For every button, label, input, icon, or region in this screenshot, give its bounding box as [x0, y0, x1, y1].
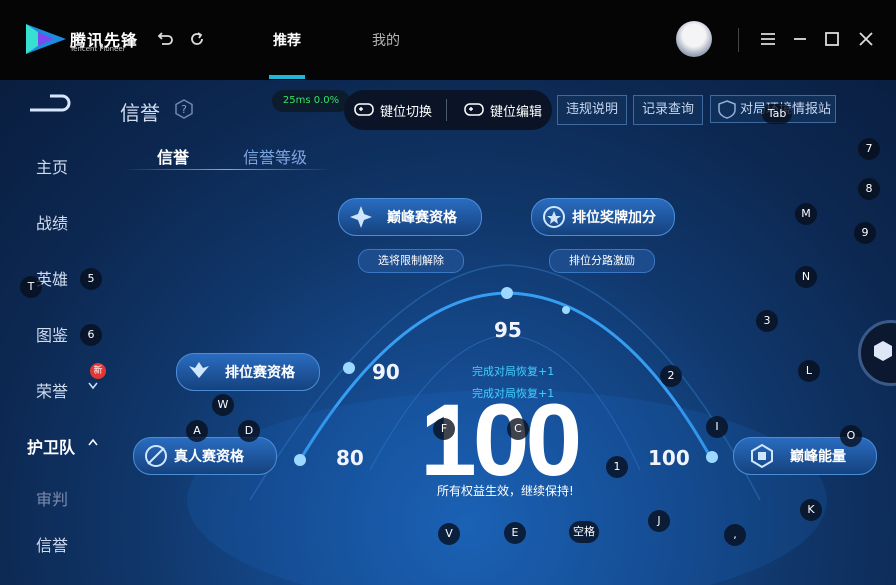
button-label: 排位赛资格	[225, 365, 295, 381]
app-subname: Tencent Pioneer	[70, 45, 126, 53]
energy-icon	[751, 443, 773, 469]
key-badge: A	[186, 420, 208, 442]
rank-medal-button[interactable]: 排位奖牌加分	[531, 198, 675, 236]
sidebar-item-home[interactable]: 主页	[36, 154, 68, 178]
recovery-note: 完成对局恢复+1	[472, 365, 555, 378]
key-badge: 5	[80, 268, 102, 290]
close-icon[interactable]	[856, 29, 876, 49]
violation-button[interactable]: 违规说明	[557, 95, 627, 125]
key-badge: 空格	[569, 521, 599, 543]
tab-recommend[interactable]: 推荐	[273, 30, 301, 50]
key-badge: F	[433, 418, 455, 440]
key-badge: K	[800, 499, 822, 521]
key-badge: Tab	[762, 104, 792, 124]
menu-icon[interactable]	[758, 29, 778, 49]
page-title: 信誉	[120, 101, 160, 125]
toolbar-divider	[446, 99, 447, 121]
title-bar: 腾讯先锋 Tencent Pioneer 推荐 我的	[0, 0, 896, 80]
real-qualification-button[interactable]: 真人赛资格	[133, 437, 277, 475]
key-badge: 9	[854, 222, 876, 244]
lift-limit-tag: 选将限制解除	[358, 249, 464, 273]
credit-caption: 所有权益生效，继续保持!	[437, 484, 574, 498]
svg-text:?: ?	[181, 103, 187, 116]
key-edit-button[interactable]: 键位编辑	[490, 101, 542, 120]
wings-icon	[189, 362, 209, 378]
key-switch-button[interactable]: 键位切换	[380, 101, 432, 120]
key-badge: T	[20, 276, 42, 298]
refresh-icon[interactable]	[188, 30, 206, 48]
avatar[interactable]	[676, 21, 712, 57]
hexagon-icon	[874, 341, 892, 361]
chevron-up-icon	[88, 438, 98, 446]
button-label: 真人赛资格	[174, 449, 244, 465]
scale-95: 95	[494, 318, 522, 342]
sidebar-item-record[interactable]: 战绩	[36, 210, 68, 234]
sidebar-item-credit[interactable]: 信誉	[36, 532, 68, 556]
subtab-underline	[122, 169, 332, 170]
sidebar-item-judge[interactable]: 审判	[36, 486, 68, 510]
key-badge: W	[212, 394, 234, 416]
medal-icon	[543, 206, 565, 228]
scale-90: 90	[372, 360, 400, 384]
scale-80: 80	[336, 446, 364, 470]
peak-icon	[350, 206, 372, 228]
help-icon[interactable]: ?	[174, 99, 194, 119]
gamepad-icon	[464, 103, 484, 116]
app-logo	[26, 24, 66, 54]
rank-qualification-button[interactable]: 排位赛资格	[176, 353, 320, 391]
sidebar-item-gallery[interactable]: 图鉴	[36, 322, 68, 346]
key-badge: 1	[606, 456, 628, 478]
divider	[738, 28, 739, 52]
key-badge: E	[504, 522, 526, 544]
scale-100: 100	[648, 446, 690, 470]
rank-boost-tag: 排位分路激励	[549, 249, 655, 273]
new-badge: 新	[90, 363, 106, 379]
minimize-icon[interactable]	[790, 29, 810, 49]
key-badge: 7	[858, 138, 880, 160]
background-arc	[30, 94, 827, 585]
sidebar-item-honor[interactable]: 荣誉	[36, 378, 68, 402]
gamepad-icon	[354, 103, 374, 116]
tab-mine[interactable]: 我的	[372, 30, 400, 50]
subtab-credit-level[interactable]: 信誉等级	[243, 144, 307, 168]
key-badge: 2	[660, 365, 682, 387]
key-badge: ,	[724, 524, 746, 546]
key-badge: O	[840, 425, 862, 447]
network-ping: 25ms 0.0%	[272, 90, 350, 112]
key-badge: D	[238, 420, 260, 442]
chevron-down-icon	[88, 382, 98, 390]
active-tab-indicator	[269, 75, 305, 79]
subtab-credit[interactable]: 信誉	[157, 144, 189, 168]
game-panel: 主页 战绩 英雄 图鉴 荣誉 新 护卫队 审判 信誉 信誉 ? 25ms 0.0…	[0, 80, 896, 585]
key-badge: 3	[756, 310, 778, 332]
key-badge: L	[798, 360, 820, 382]
button-label: 巅峰赛资格	[387, 210, 457, 226]
key-badge: C	[507, 418, 529, 440]
key-badge: 8	[858, 178, 880, 200]
button-label: 巅峰能量	[790, 449, 846, 465]
key-badge: N	[795, 266, 817, 288]
key-badge: M	[795, 203, 817, 225]
maximize-icon[interactable]	[822, 29, 842, 49]
records-button[interactable]: 记录查询	[633, 95, 703, 125]
shield-icon	[718, 100, 736, 119]
key-badge: 6	[80, 324, 102, 346]
sidebar-item-guard[interactable]: 护卫队	[27, 434, 75, 458]
person-icon	[145, 445, 167, 467]
key-badge: I	[706, 416, 728, 438]
button-label: 排位奖牌加分	[572, 210, 656, 226]
back-icon[interactable]	[156, 30, 174, 48]
key-badge: J	[648, 510, 670, 532]
peak-qualification-button[interactable]: 巅峰赛资格	[338, 198, 482, 236]
key-badge: V	[438, 523, 460, 545]
